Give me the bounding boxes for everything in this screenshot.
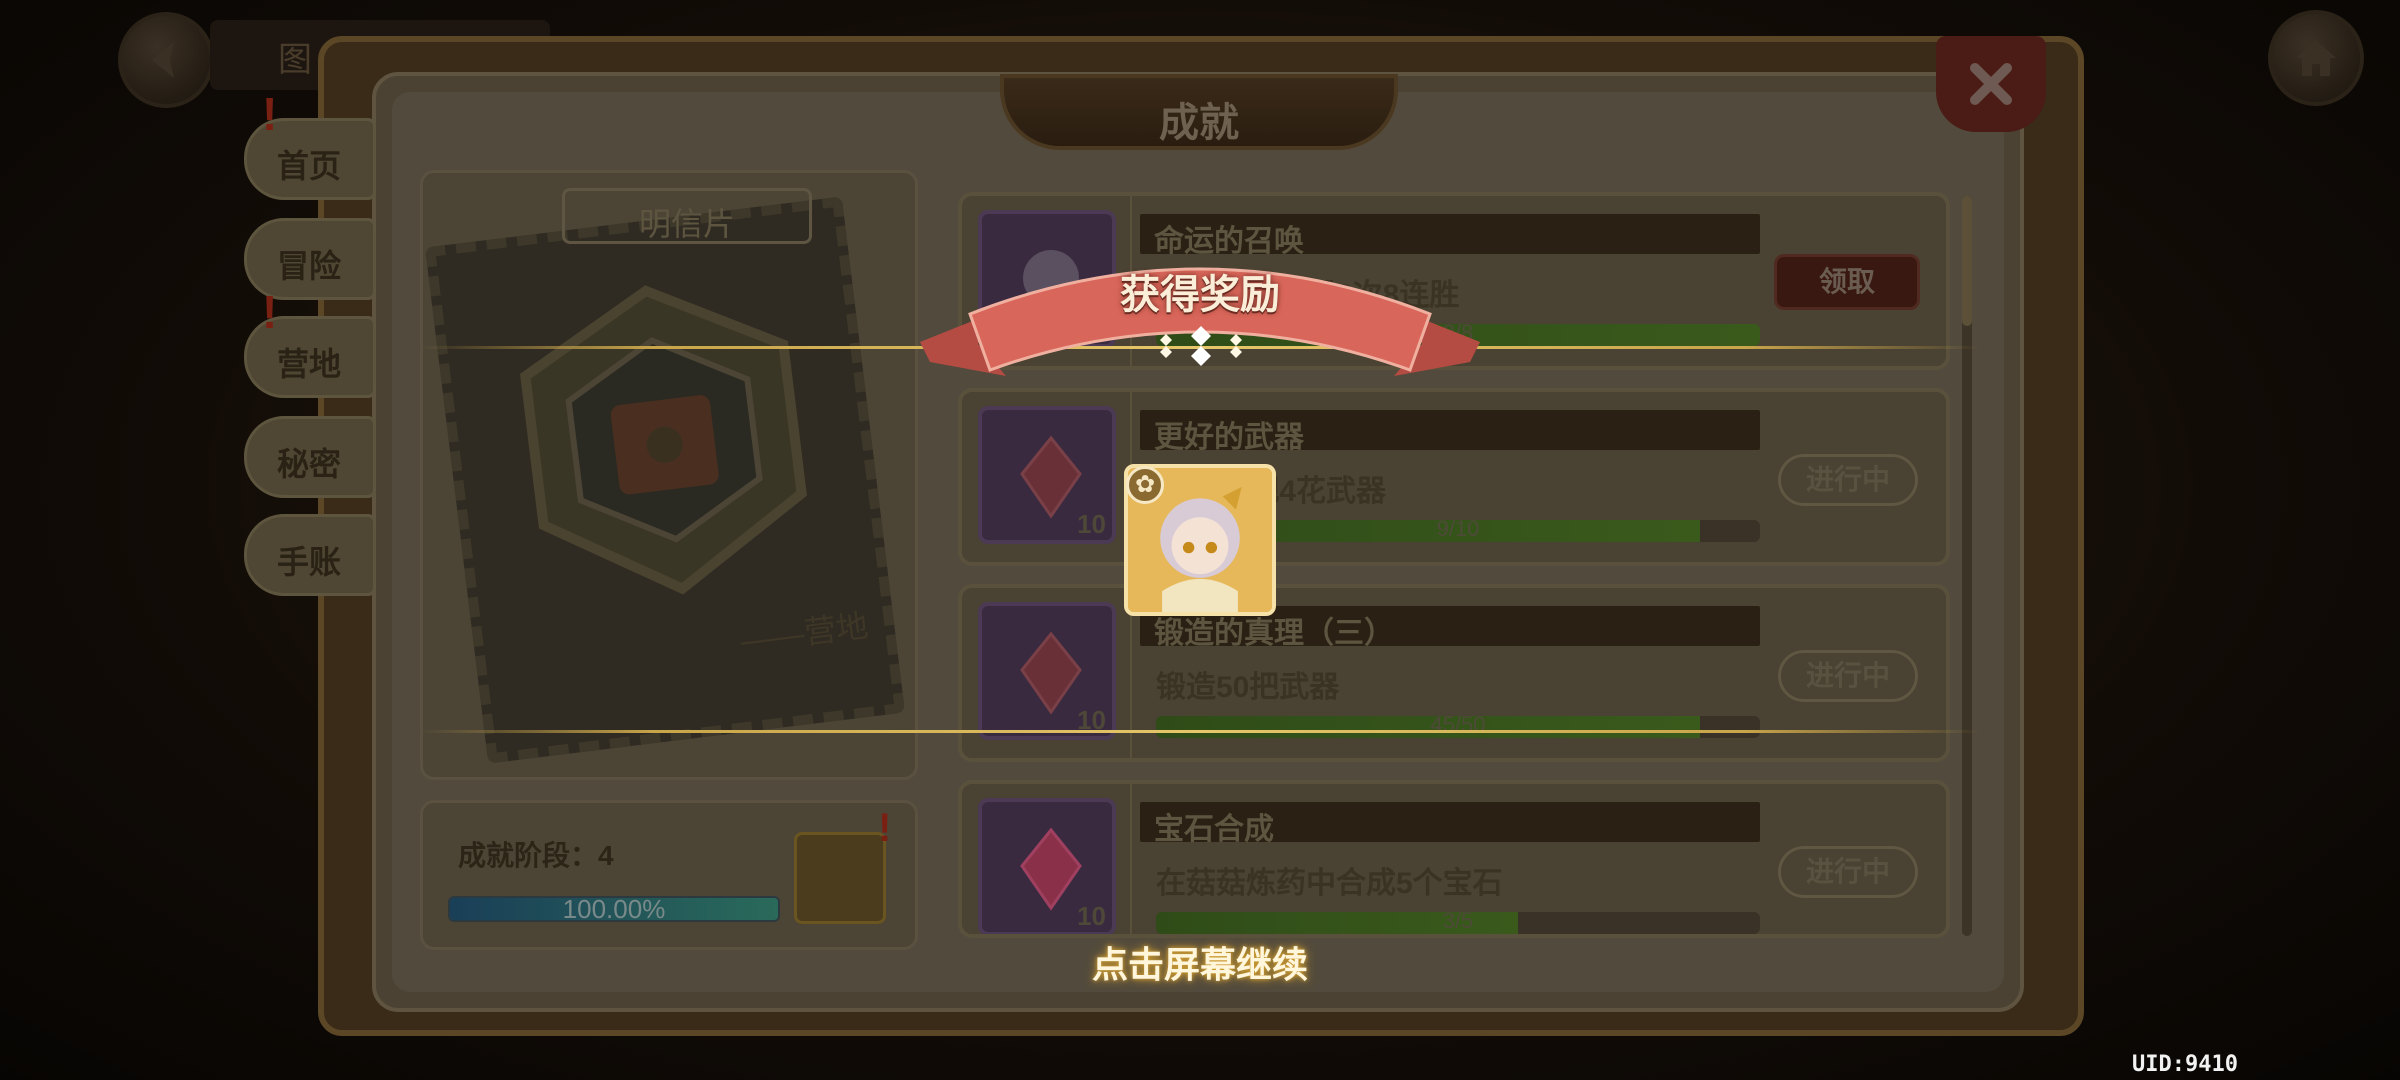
achievement-card: 10 锻造的真理（三） 锻造50把武器 45/50 进行中 — [958, 584, 1950, 762]
flower-badge-icon: ✿ — [1126, 466, 1164, 504]
in-progress-button[interactable]: 进行中 — [1778, 846, 1918, 898]
reward-icon-frame: 10 — [978, 602, 1116, 740]
back-button[interactable] — [118, 12, 214, 108]
reward-count: 10 — [1077, 509, 1106, 539]
achievement-card: 10 宝石合成 在菇菇炼药中合成5个宝石 3/5 进行中 — [958, 780, 1950, 938]
home-icon — [2296, 40, 2336, 76]
close-icon — [1970, 63, 2012, 105]
red-gem-icon — [1020, 827, 1082, 911]
list-scrollbar-thumb[interactable] — [1962, 196, 1972, 326]
alert-icon: ! — [262, 88, 278, 140]
window-title-tab: 成就 — [1000, 74, 1398, 150]
postcard-stamp — [424, 196, 906, 764]
achievement-card: 10 更好的武器 锻造10把4花武器 9/10 进行中 — [958, 388, 1950, 566]
home-button[interactable] — [2268, 10, 2364, 106]
achievement-desc: 在菇菇炼药中合成5个宝石 — [1156, 867, 1503, 900]
tab-home-label: 首页 — [277, 148, 342, 184]
postcard-header: 明信片 — [562, 188, 812, 244]
reward-icon-frame: 10 — [978, 406, 1116, 544]
red-gem-icon — [1020, 631, 1082, 715]
tab-adventure-label: 冒险 — [277, 248, 342, 284]
tab-camp-label: 营地 — [277, 346, 342, 382]
alert-icon: ! — [878, 806, 892, 850]
back-arrow-icon — [152, 42, 174, 78]
reward-band-bottom-line — [420, 730, 1980, 733]
achievement-title-bar: 更好的武器 — [1140, 410, 1760, 454]
achievement-title-bar: 宝石合成 — [1140, 802, 1760, 846]
achievement-stage-progress-text: 100.00% — [562, 894, 666, 924]
tab-secret[interactable]: 秘密 — [244, 416, 376, 498]
user-id: UID:9410 — [2132, 1052, 2238, 1077]
red-gem-icon — [1020, 435, 1082, 519]
achievement-desc: 锻造50把武器 — [1156, 671, 1340, 704]
tab-secret-label: 秘密 — [277, 446, 342, 482]
in-progress-button[interactable]: 进行中 — [1778, 454, 1918, 506]
sparkle-icon — [1160, 326, 1242, 366]
stage-reward-chest-icon[interactable] — [794, 832, 886, 924]
close-button[interactable] — [1936, 36, 2046, 132]
top-label-text: 图 — [278, 41, 312, 79]
achievement-progress-text: 45/50 — [1430, 712, 1486, 737]
postcard-header-text: 明信片 — [638, 206, 735, 242]
achievement-title: 宝石合成 — [1154, 813, 1274, 846]
reward-icon-frame: 10 — [978, 798, 1116, 934]
in-progress-button[interactable]: 进行中 — [1778, 650, 1918, 702]
tab-journal[interactable]: 手账 — [244, 514, 376, 596]
claim-button[interactable]: 领取 — [1774, 254, 1920, 310]
tab-journal-label: 手账 — [277, 544, 342, 580]
camp-emblem-icon — [519, 285, 807, 595]
achievement-stage-label: 成就阶段：4 — [458, 840, 614, 871]
achievement-title: 更好的武器 — [1154, 421, 1304, 454]
card-divider — [1130, 784, 1132, 934]
reward-title: 获得奖励 — [1120, 273, 1280, 317]
achievement-progress-text: 3/5 — [1442, 908, 1474, 933]
tap-to-continue[interactable]: 点击屏幕继续 — [0, 936, 2400, 988]
reward-count: 10 — [1077, 901, 1106, 931]
alert-icon: ! — [262, 286, 278, 338]
window-title: 成就 — [1159, 101, 1239, 145]
